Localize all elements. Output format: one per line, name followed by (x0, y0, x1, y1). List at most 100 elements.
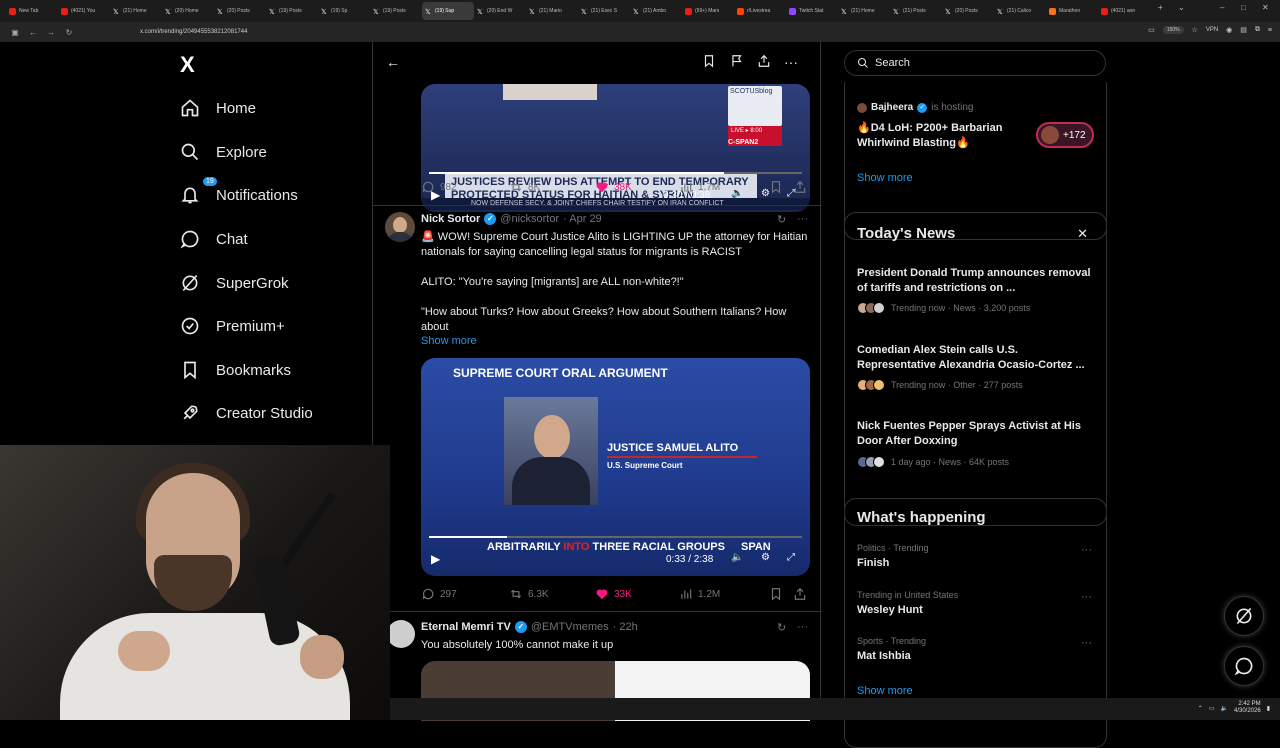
space-show-more[interactable]: Show more (857, 172, 913, 184)
star-icon[interactable]: ☆ (1192, 26, 1198, 34)
browser-tab[interactable]: Twitch Stat (786, 2, 838, 20)
eternal-memri-avatar[interactable] (387, 620, 415, 648)
tab-list-chevron-icon[interactable]: ⌄ (1178, 3, 1185, 12)
nav-notifications[interactable]: 19 Notifications (180, 177, 298, 207)
post2-more-icon[interactable]: ··· (797, 213, 808, 225)
space-listeners-pill[interactable]: +172 (1036, 122, 1094, 148)
post2-like[interactable]: 33K (595, 587, 679, 601)
space-title[interactable]: 🔥D4 LoH: P200+ Barbarian Whirlwind Blast… (857, 121, 1037, 151)
trend-name[interactable]: Mat Ishbia (857, 650, 911, 662)
browser-tab[interactable]: 𝕏 (19) Posts (370, 2, 422, 20)
post2-repost[interactable]: 6.3K (509, 587, 595, 601)
url-field[interactable]: x.com/i/trending/2049455538212081744 (140, 29, 247, 35)
flag-icon[interactable] (729, 54, 745, 70)
more-options-icon[interactable]: ··· (783, 54, 799, 70)
back-button[interactable]: ← (26, 28, 40, 37)
clock[interactable]: 2:42 PM 4/30/2026 (1234, 701, 1261, 715)
browser-tab[interactable]: r/Livestrea (734, 2, 786, 20)
volume-icon[interactable]: 🔈 (731, 552, 743, 563)
post1-share[interactable] (793, 180, 807, 194)
browser-tab[interactable]: 𝕏 (19) Sp (318, 2, 370, 20)
nav-explore[interactable]: Explore (180, 140, 267, 164)
post1-repost[interactable]: 8K (509, 180, 595, 194)
browser-tab[interactable]: (4021) aon (1098, 2, 1150, 20)
browser-tab[interactable]: 𝕏 (19) Posts (266, 2, 318, 20)
trend-more-icon[interactable]: ··· (1081, 544, 1092, 556)
browser-tab[interactable]: 𝕏 (19) Sup (422, 2, 474, 20)
news-item-title[interactable]: President Donald Trump announces removal… (857, 266, 1097, 296)
maximize-button[interactable]: □ (1241, 3, 1246, 12)
share-icon[interactable] (756, 54, 772, 70)
browser-tab[interactable]: 𝕏 (20) Home (162, 2, 214, 20)
nav-bookmarks[interactable]: Bookmarks (180, 358, 291, 382)
chat-fab[interactable] (1224, 646, 1264, 686)
browser-tab[interactable]: New Tab (6, 2, 58, 20)
close-icon[interactable]: ✕ (1077, 226, 1088, 242)
nav-chat[interactable]: Chat (180, 227, 248, 251)
post1-reply[interactable]: 982 (421, 180, 509, 194)
news-item-title[interactable]: Nick Fuentes Pepper Sprays Activist at H… (857, 419, 1097, 449)
nav-home[interactable]: Home (180, 96, 256, 120)
browser-tab[interactable]: 𝕏 (20) End W (474, 2, 526, 20)
browser-tab[interactable]: 𝕏 (20) Posts (214, 2, 266, 20)
post3-more-icon[interactable]: ··· (797, 621, 808, 633)
post2-share[interactable] (793, 587, 807, 601)
post2-video[interactable]: SUPREME COURT ORAL ARGUMENT JUSTICE SAMU… (421, 358, 810, 576)
trend-name[interactable]: Finish (857, 557, 889, 569)
profile-icon[interactable]: ◉ (1226, 26, 1232, 34)
post2-author-name[interactable]: Nick Sortor (421, 213, 480, 225)
extensions-icon[interactable]: ⧉ (1255, 26, 1260, 34)
screen-icon[interactable]: ▭ (1148, 26, 1155, 34)
vpn-button[interactable]: VPN (1206, 27, 1218, 33)
browser-tab[interactable]: 𝕏 (21) Home (110, 2, 162, 20)
volume-icon[interactable]: 🔈 (1221, 705, 1228, 712)
x-logo[interactable]: X (180, 52, 195, 78)
back-arrow-icon[interactable]: ← (385, 54, 401, 70)
fullscreen-icon[interactable]: ⤢ (787, 552, 795, 563)
play-icon[interactable]: ▶ (431, 552, 440, 566)
wallet-icon[interactable]: ▤ (1240, 26, 1247, 34)
post2-reply[interactable]: 297 (421, 587, 509, 601)
new-tab-button[interactable]: + (1158, 3, 1163, 12)
browser-tab[interactable]: (4021) You (58, 2, 110, 20)
grok-fab[interactable] (1224, 596, 1264, 636)
trend-more-icon[interactable]: ··· (1081, 637, 1092, 649)
post2-handle[interactable]: @nicksortor (500, 213, 559, 225)
browser-tab[interactable]: Marathon (1046, 2, 1098, 20)
trend-more-icon[interactable]: ··· (1081, 591, 1092, 603)
browser-tab[interactable]: 𝕏 (21) Exec S (578, 2, 630, 20)
post2-date[interactable]: · Apr 29 (563, 213, 602, 225)
grok-post-icon[interactable]: ↻ (777, 213, 786, 226)
browser-tab[interactable]: 𝕏 (21) Mario (526, 2, 578, 20)
grok-post-icon[interactable]: ↻ (777, 621, 786, 634)
post1-views[interactable]: 1.7M (679, 180, 769, 194)
browser-tab[interactable]: 𝕏 (21) Ambo (630, 2, 682, 20)
browser-tab[interactable]: (99+) Mars (682, 2, 734, 20)
browser-tab[interactable]: 𝕏 (21) Posts (890, 2, 942, 20)
post3-handle[interactable]: @EMTVmemes (531, 621, 609, 633)
space-host[interactable]: Bajheera ✓ is hosting (857, 102, 974, 113)
post2-views[interactable]: 1.2M (679, 587, 769, 601)
post1-bookmark[interactable] (769, 180, 793, 194)
news-item-title[interactable]: Comedian Alex Stein calls U.S. Represent… (857, 343, 1097, 373)
settings-icon[interactable]: ⚙ (761, 552, 770, 563)
nav-premium[interactable]: Premium+ (180, 314, 285, 338)
tray-chevron-icon[interactable]: ⌃ (1198, 705, 1203, 712)
trend-name[interactable]: Wesley Hunt (857, 604, 923, 616)
post2-show-more[interactable]: Show more (421, 335, 477, 347)
browser-tab[interactable]: 𝕏 (21) Home (838, 2, 890, 20)
post2-bookmark[interactable] (769, 587, 793, 601)
browser-tab[interactable]: 𝕏 (20) Posts (942, 2, 994, 20)
sidebar-toggle-icon[interactable]: ▣ (8, 28, 22, 37)
nav-creator-studio[interactable]: Creator Studio (180, 401, 313, 425)
nav-supergrok[interactable]: SuperGrok (180, 271, 289, 295)
nick-sortor-avatar[interactable] (385, 212, 415, 242)
search-input[interactable]: Search (844, 50, 1106, 76)
network-icon[interactable]: ▭ (1209, 705, 1215, 712)
notification-icon[interactable]: ▮ (1267, 705, 1270, 712)
minimize-button[interactable]: – (1220, 3, 1224, 12)
forward-button[interactable]: → (44, 28, 58, 37)
browser-tab[interactable]: 𝕏 (21) Calico (994, 2, 1046, 20)
happening-show-more[interactable]: Show more (857, 685, 913, 697)
reload-button[interactable]: ↻ (62, 28, 76, 37)
